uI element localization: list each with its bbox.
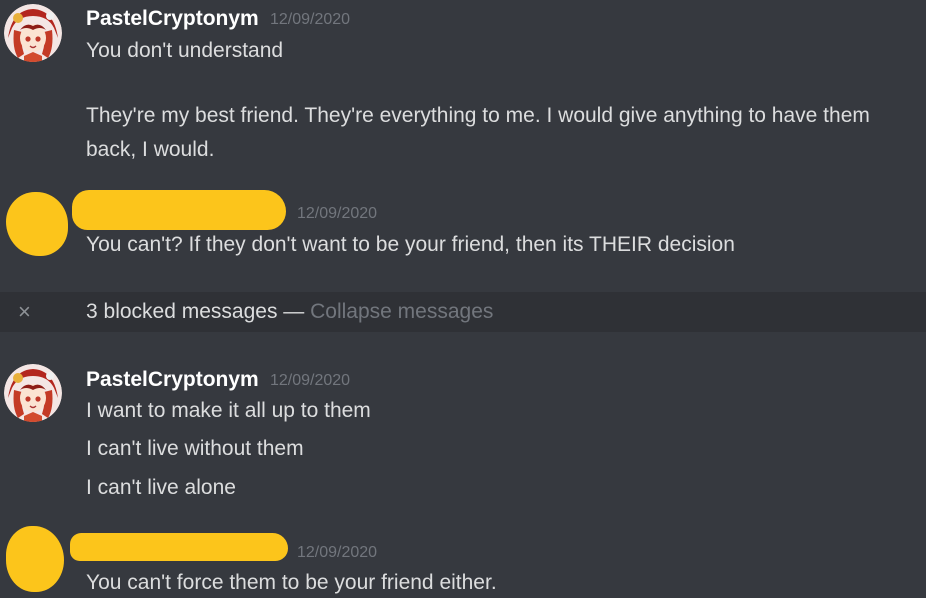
message-text: They're my best friend. They're everythi…	[86, 104, 870, 127]
redacted-avatar	[6, 192, 68, 256]
message-timestamp: 12/09/2020	[297, 544, 378, 561]
message-text: I want to make it all up to them	[86, 399, 371, 422]
blocked-messages-bar: × 3 blocked messages — Collapse messages	[0, 292, 926, 332]
message-timestamp: 12/09/2020	[297, 205, 378, 222]
user-avatar[interactable]	[4, 364, 62, 422]
avatar-image	[4, 364, 62, 422]
collapse-messages-link[interactable]: Collapse messages	[310, 300, 493, 323]
message-text: I can't live without them	[86, 437, 304, 460]
avatar-image	[4, 4, 62, 62]
chat-messages: PastelCryptonym 12/09/2020 You don't und…	[0, 0, 926, 598]
message-text: You can't force them to be your friend e…	[86, 571, 497, 594]
username[interactable]: PastelCryptonym	[86, 368, 259, 392]
user-avatar[interactable]	[4, 4, 62, 62]
message-text: back, I would.	[86, 138, 215, 161]
message-text: You don't understand	[86, 39, 284, 62]
message-timestamp: 12/09/2020	[270, 372, 351, 389]
message-text: I can't live alone	[86, 476, 236, 499]
blocked-messages-label: 3 blocked messages — Collapse messages	[86, 300, 493, 324]
redacted-username	[72, 190, 286, 230]
message-timestamp: 12/09/2020	[270, 11, 351, 28]
username[interactable]: PastelCryptonym	[86, 7, 259, 31]
redacted-avatar	[6, 526, 64, 592]
close-icon[interactable]: ×	[18, 299, 31, 325]
redacted-username	[70, 533, 288, 561]
message-text: You can't? If they don't want to be your…	[86, 233, 735, 256]
blocked-count-text: 3 blocked messages —	[86, 300, 311, 323]
